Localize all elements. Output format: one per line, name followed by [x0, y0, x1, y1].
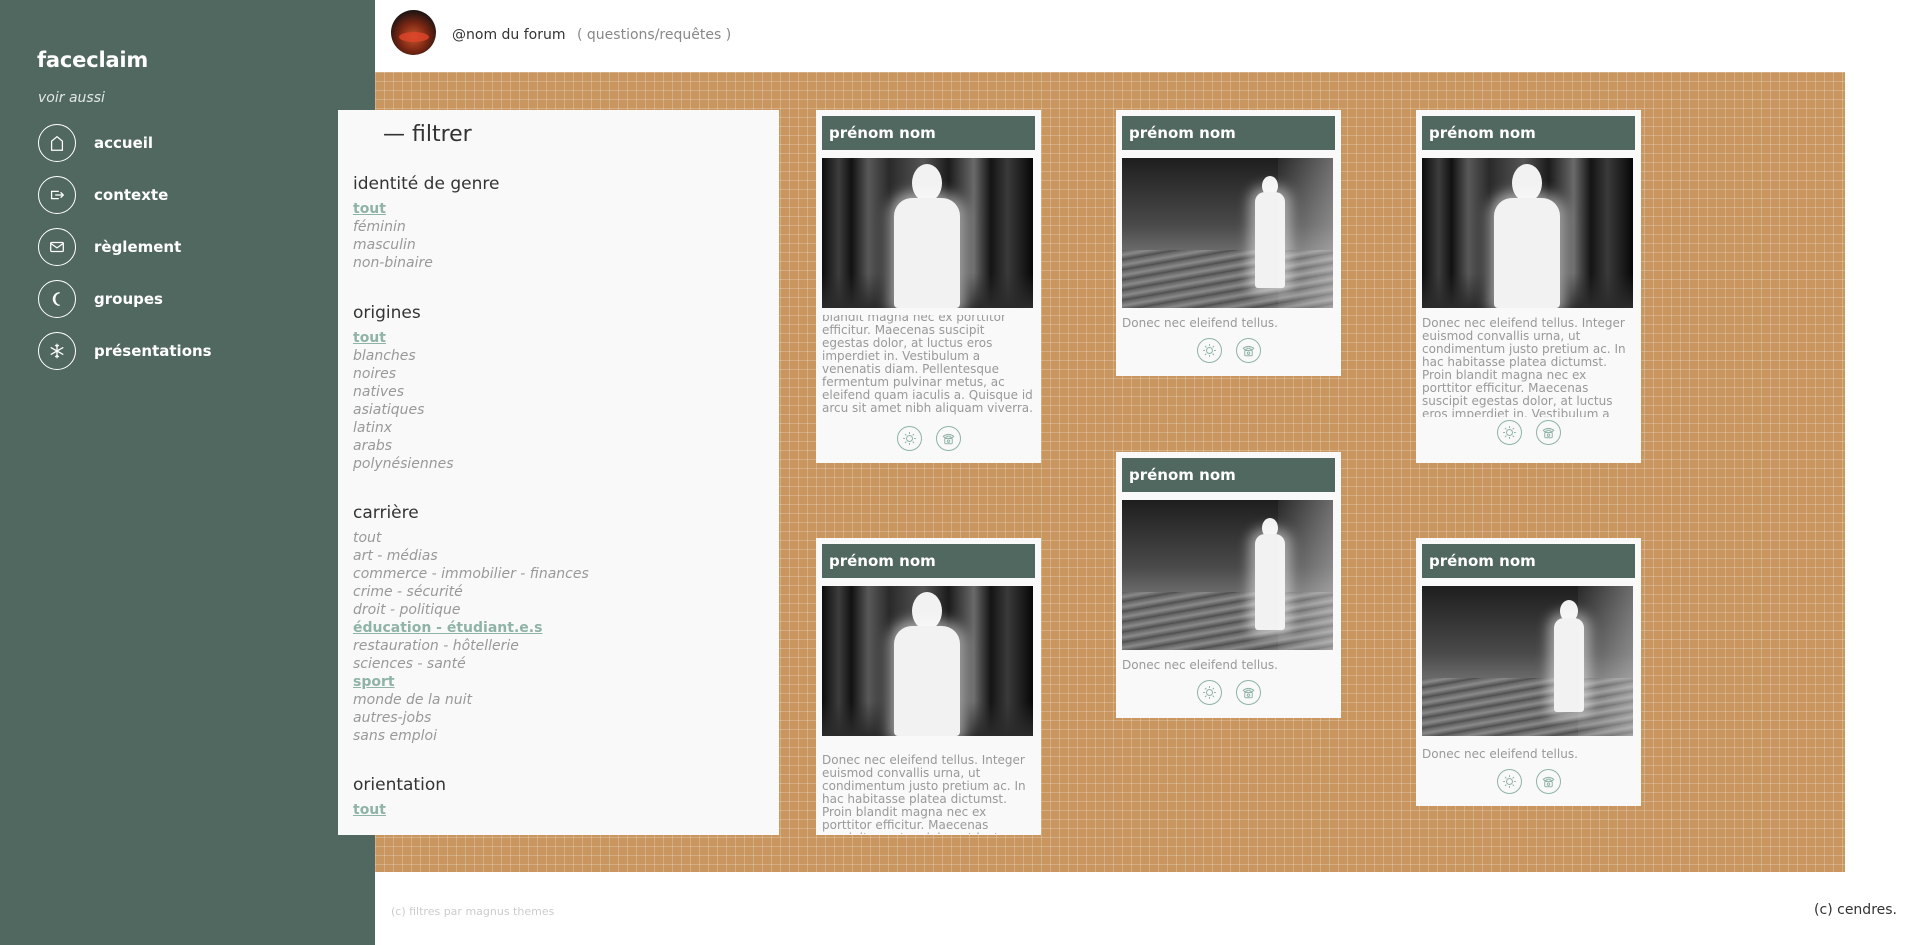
nav-label: présentations	[94, 342, 212, 360]
faceclaim-card[interactable]: prénom nom Donec nec eleifend tellus.	[1116, 452, 1341, 718]
door-arrow-icon	[38, 176, 76, 214]
card-text: Donec nec eleifend tellus. Integer euism…	[1422, 317, 1626, 417]
filter-option[interactable]: asiatiques	[353, 401, 454, 419]
sidebar: faceclaim voir aussi accueil contexte rè…	[0, 0, 375, 945]
card-name: prénom nom	[822, 116, 1035, 150]
envelope-icon	[38, 228, 76, 266]
see-also-label: voir aussi	[38, 90, 105, 106]
card-name: prénom nom	[822, 544, 1035, 578]
card-name: prénom nom	[1122, 458, 1335, 492]
sun-icon[interactable]	[1196, 680, 1222, 705]
filter-heading: identité de genre	[353, 174, 500, 194]
card-name: prénom nom	[1122, 116, 1335, 150]
nav-label: accueil	[94, 134, 154, 152]
site-title[interactable]: faceclaim	[37, 48, 148, 72]
forum-name[interactable]: @nom du forum	[452, 27, 566, 43]
footer-credit-filters[interactable]: (c) filtres par magnus themes	[391, 905, 554, 918]
filter-option[interactable]: sans emploi	[353, 727, 589, 745]
filter-option[interactable]: art - médias	[353, 547, 589, 565]
card-name: prénom nom	[1422, 544, 1635, 578]
faceclaim-card[interactable]: prénom nom Donec nec eleifend tellus.	[1116, 110, 1341, 376]
filter-option[interactable]: tout	[353, 329, 454, 347]
filter-option[interactable]: blanches	[353, 347, 454, 365]
avatar[interactable]	[391, 10, 436, 55]
filter-option[interactable]: sport	[353, 673, 589, 691]
card-text: Donec nec eleifend tellus.	[1122, 659, 1278, 672]
card-name: prénom nom	[1422, 116, 1635, 150]
faceclaim-card[interactable]: prénom nom blandit magna nec ex porttito…	[816, 110, 1041, 463]
filter-option[interactable]: commerce - immobilier - finances	[353, 565, 589, 583]
faceclaim-card[interactable]: prénom nom Donec nec eleifend tellus.	[1416, 538, 1641, 806]
card-actions	[1122, 338, 1335, 363]
telephone-icon[interactable]	[1235, 680, 1261, 705]
filter-group-origines: origines tout blanches noires natives as…	[353, 303, 454, 473]
card-actions	[1422, 420, 1635, 445]
filter-option[interactable]: natives	[353, 383, 454, 401]
card-image	[822, 586, 1033, 736]
nav-label: règlement	[94, 238, 182, 256]
nav-label: groupes	[94, 290, 163, 308]
filter-option[interactable]: autres-jobs	[353, 709, 589, 727]
card-text: Donec nec eleifend tellus.	[1122, 317, 1278, 330]
sun-icon[interactable]	[896, 426, 922, 451]
filter-heading: carrière	[353, 503, 419, 523]
telephone-icon[interactable]	[1535, 420, 1561, 445]
filter-option[interactable]: non-binaire	[353, 254, 499, 272]
card-actions	[1422, 769, 1635, 794]
filter-option[interactable]: arabs	[353, 437, 454, 455]
questions-link[interactable]: ( questions/requêtes )	[577, 27, 731, 43]
house-icon	[38, 124, 76, 162]
card-text: Donec nec eleifend tellus. Integer euism…	[822, 754, 1026, 834]
nav-item-reglement[interactable]: règlement	[38, 228, 181, 266]
filter-option[interactable]: droit - politique	[353, 601, 589, 619]
filter-option[interactable]: restauration - hôtellerie	[353, 637, 589, 655]
filter-option[interactable]: sciences - santé	[353, 655, 589, 673]
telephone-icon[interactable]	[1535, 769, 1561, 794]
filter-title: — filtrer	[383, 122, 472, 147]
snowflake-icon	[38, 332, 76, 370]
card-actions	[1122, 680, 1335, 705]
filter-option[interactable]: polynésiennes	[353, 455, 454, 473]
card-image	[1122, 158, 1333, 308]
filter-group-genre: identité de genre tout féminin masculin …	[353, 174, 499, 272]
filter-option[interactable]: latinx	[353, 419, 454, 437]
filter-group-carriere: carrière tout art - médias commerce - im…	[353, 503, 589, 745]
card-text: blandit magna nec ex porttitor efficitur…	[822, 315, 1033, 415]
card-image	[1422, 158, 1633, 308]
faceclaim-card[interactable]: prénom nom Donec nec eleifend tellus. In…	[1416, 110, 1641, 463]
filter-option[interactable]: crime - sécurité	[353, 583, 589, 601]
filter-option[interactable]: tout	[353, 529, 589, 547]
filter-heading: orientation	[353, 775, 446, 795]
filter-heading: origines	[353, 303, 421, 323]
filter-option[interactable]: tout	[353, 200, 499, 218]
filter-option[interactable]: féminin	[353, 218, 499, 236]
filter-option[interactable]: monde de la nuit	[353, 691, 589, 709]
telephone-icon[interactable]	[1235, 338, 1261, 363]
filter-panel: — filtrer identité de genre tout féminin…	[338, 110, 779, 835]
faceclaim-card[interactable]: prénom nom Donec nec eleifend tellus. In…	[816, 538, 1041, 835]
nav-item-presentations[interactable]: présentations	[38, 332, 212, 370]
filter-option[interactable]: noires	[353, 365, 454, 383]
footer-credit[interactable]: (c) cendres.	[1814, 902, 1897, 918]
sun-icon[interactable]	[1496, 769, 1522, 794]
card-text: Donec nec eleifend tellus.	[1422, 748, 1578, 761]
card-image	[822, 158, 1033, 308]
nav-item-accueil[interactable]: accueil	[38, 124, 153, 162]
sun-icon[interactable]	[1496, 420, 1522, 445]
nav-label: contexte	[94, 186, 169, 204]
filter-group-orientation: orientation tout	[353, 775, 446, 819]
nav-item-contexte[interactable]: contexte	[38, 176, 168, 214]
filter-option[interactable]: masculin	[353, 236, 499, 254]
filter-option[interactable]: éducation - étudiant.e.s	[353, 619, 589, 637]
card-image	[1422, 586, 1633, 736]
filter-option[interactable]: tout	[353, 801, 446, 819]
sun-icon[interactable]	[1196, 338, 1222, 363]
nav-item-groupes[interactable]: groupes	[38, 280, 163, 318]
moon-icon	[38, 280, 76, 318]
card-actions	[822, 426, 1035, 451]
telephone-icon[interactable]	[935, 426, 961, 451]
card-image	[1122, 500, 1333, 650]
